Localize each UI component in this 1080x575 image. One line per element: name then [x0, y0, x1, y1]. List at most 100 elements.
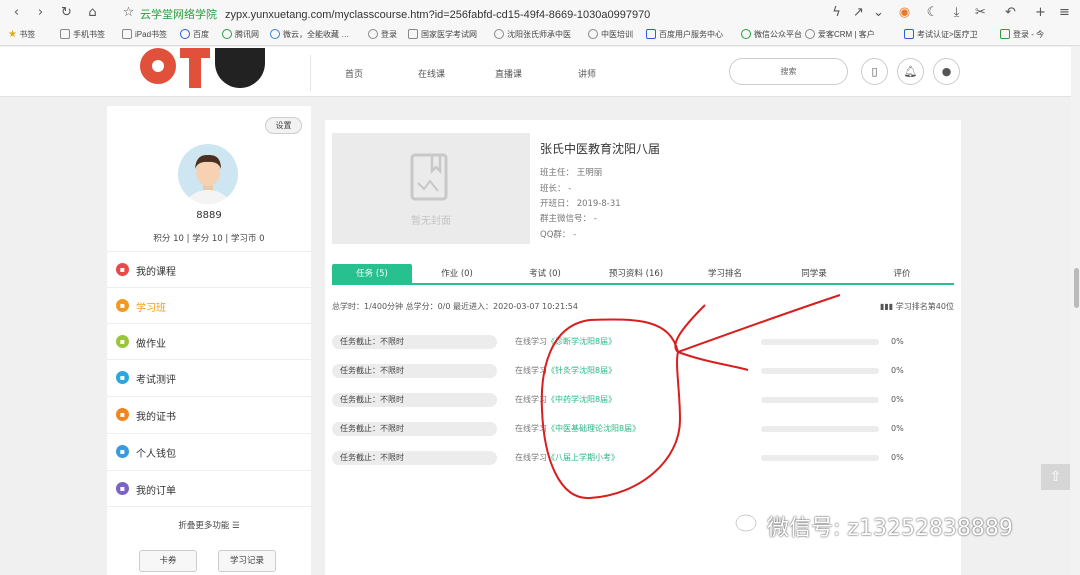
bookmark-item[interactable]: 考试认证>医疗卫 — [904, 29, 978, 40]
sidebar-item-exam[interactable]: ▪ 考试测评 — [107, 359, 311, 395]
bookmark-item[interactable]: 中医培训 — [588, 29, 633, 40]
bookmarks-bar: ★ 书签 手机书签 iPad书签 百度 腾讯网 微云，全能收藏 … 登录 国家医… — [0, 25, 1080, 46]
tab-tasks[interactable]: 任务 (5) — [332, 264, 412, 284]
course-cover — [332, 133, 530, 244]
qq-icon — [222, 29, 232, 39]
bookmark-item[interactable]: 手机书签 — [60, 29, 105, 40]
page-icon — [1000, 29, 1010, 39]
page-icon — [904, 29, 914, 39]
task-deadline: 任务截止：不限时 — [332, 451, 497, 465]
bar-chart-icon: ▮▮▮ — [880, 302, 894, 311]
lightning-icon[interactable]: ϟ — [828, 4, 845, 21]
bookmark-item[interactable]: 登录 - 今 — [1000, 29, 1044, 40]
folder-icon — [122, 29, 132, 39]
book-icon — [410, 153, 448, 201]
course-teacher: 班主任： 王明丽 — [540, 168, 603, 178]
star-icon[interactable]: ☆ — [120, 4, 137, 21]
share-icon[interactable]: ↗ — [850, 4, 867, 21]
watermark: 微信号: z13252838889 — [767, 516, 1013, 541]
moon-icon[interactable]: ☾ — [924, 4, 941, 21]
bookmark-item[interactable]: 腾讯网 — [222, 29, 259, 40]
wallet-icon: ▪ — [116, 445, 129, 458]
bookmark-item[interactable]: 微信公众平台 — [741, 29, 802, 40]
menu-icon[interactable]: ≡ — [1056, 4, 1073, 21]
sidebar-item-study-class[interactable]: ▪ 学习班 — [107, 287, 311, 323]
order-icon: ▪ — [116, 482, 129, 495]
forward-icon[interactable]: › — [32, 4, 49, 21]
course-qq: QQ群： - — [540, 230, 577, 240]
new-tab-icon[interactable]: + — [1032, 4, 1049, 21]
study-record-button[interactable]: 学习记录 — [218, 550, 276, 572]
bookmark-item[interactable]: 爱客CRM | 客户 — [805, 29, 875, 40]
settings-button[interactable]: 设置 — [265, 117, 302, 134]
task-deadline: 任务截止：不限时 — [332, 335, 497, 349]
bookmark-item[interactable]: 百度用户服务中心 — [646, 29, 723, 40]
site-name: 云学堂网络学院 — [140, 9, 217, 21]
baidu-icon — [180, 29, 190, 39]
mobile-icon[interactable]: ▯ — [861, 58, 888, 85]
undo-icon[interactable]: ↶ — [1002, 4, 1019, 21]
wechat-icon — [741, 29, 751, 39]
bell-icon[interactable]: 🔔︎ — [897, 58, 924, 85]
course-start-date: 开班日： 2019-8-31 — [540, 199, 621, 209]
browser-toolbar: ‹ › ↻ ⌂ ☆ 云学堂网络学院 zypx.yunxuetang.com/myc… — [0, 0, 1080, 25]
fold-more-button[interactable]: 折叠更多功能 ☰ — [107, 519, 311, 531]
folder-icon — [60, 29, 70, 39]
address-bar[interactable]: 云学堂网络学院 zypx.yunxuetang.com/myclasscourse… — [140, 6, 650, 22]
tab-exam[interactable]: 考试 (0) — [510, 264, 580, 284]
bookmark-item[interactable]: 百度 — [180, 29, 209, 40]
chevron-down-icon[interactable]: ⌄ — [870, 4, 887, 21]
reload-icon[interactable]: ↻ — [58, 4, 75, 21]
course-wechat: 群主微信号： - — [540, 214, 597, 224]
course-monitor: 班长： - — [540, 184, 572, 194]
tab-classmates[interactable]: 同学录 — [786, 264, 842, 284]
tab-underline — [332, 283, 954, 285]
back-to-top-button[interactable]: ⇧ — [1041, 464, 1070, 490]
url-text: zypx.yunxuetang.com/myclasscourse.htm?id… — [225, 9, 651, 21]
avatar-image — [186, 154, 230, 204]
nav-live-course[interactable]: 直播课 — [495, 67, 522, 80]
nav-online-course[interactable]: 在线课 — [418, 67, 445, 80]
page-icon — [408, 29, 418, 39]
nav-home[interactable]: 首页 — [345, 67, 363, 80]
nav-lecturer[interactable]: 讲师 — [578, 67, 596, 80]
globe-icon — [805, 29, 815, 39]
user-icon[interactable]: ● — [933, 58, 960, 85]
bookmark-item[interactable]: ★ 书签 — [8, 29, 35, 40]
class-icon: ▪ — [116, 299, 129, 312]
bookmark-item[interactable]: 国家医学考试网 — [408, 29, 477, 40]
tab-review[interactable]: 评价 — [876, 264, 928, 284]
sidebar-item-my-courses[interactable]: ▪ 我的课程 — [107, 251, 311, 287]
bookmark-item[interactable]: iPad书签 — [122, 29, 167, 40]
user-stats: 积分 10 | 学分 10 | 学习币 0 — [153, 234, 265, 244]
sidebar-item-certificate[interactable]: ▪ 我的证书 — [107, 396, 311, 432]
scrollbar-thumb[interactable] — [1074, 268, 1079, 308]
username: 8889 — [196, 210, 222, 221]
game-icon[interactable]: ◉ — [896, 4, 913, 21]
wechat-icon — [735, 514, 763, 537]
home-icon[interactable]: ⌂ — [84, 4, 101, 21]
task-percent: 0% — [891, 424, 904, 433]
tab-ranking[interactable]: 学习排名 — [694, 264, 756, 284]
exam-icon: ▪ — [116, 371, 129, 384]
back-icon[interactable]: ‹ — [8, 4, 25, 21]
search-label: 搜索 — [780, 67, 797, 76]
tab-preview-materials[interactable]: 预习资料 (16) — [598, 264, 674, 284]
sidebar-item-orders[interactable]: ▪ 我的订单 — [107, 470, 311, 506]
scissors-icon[interactable]: ✂ — [972, 4, 989, 21]
study-rank[interactable]: ▮▮▮ 学习排名第40位 — [880, 301, 954, 312]
sidebar-item-wallet[interactable]: ▪ 个人钱包 — [107, 433, 311, 469]
bookmark-item[interactable]: 登录 — [368, 29, 397, 40]
bookmark-item[interactable]: 沈阳张氏师承中医 — [494, 29, 571, 40]
download-icon[interactable]: ⤓ — [948, 4, 965, 21]
sidebar-item-homework[interactable]: ▪ 做作业 — [107, 323, 311, 359]
task-deadline: 任务截止：不限时 — [332, 422, 497, 436]
scrollbar[interactable] — [1071, 47, 1080, 575]
coupon-button[interactable]: 卡券 — [139, 550, 197, 572]
tab-homework[interactable]: 作业 (0) — [422, 264, 492, 284]
avatar[interactable] — [178, 144, 238, 204]
search-input[interactable]: 搜索 — [729, 58, 848, 85]
bookmark-item[interactable]: 微云，全能收藏 … — [270, 29, 349, 40]
red-annotation — [540, 294, 841, 500]
logo[interactable] — [140, 48, 176, 84]
